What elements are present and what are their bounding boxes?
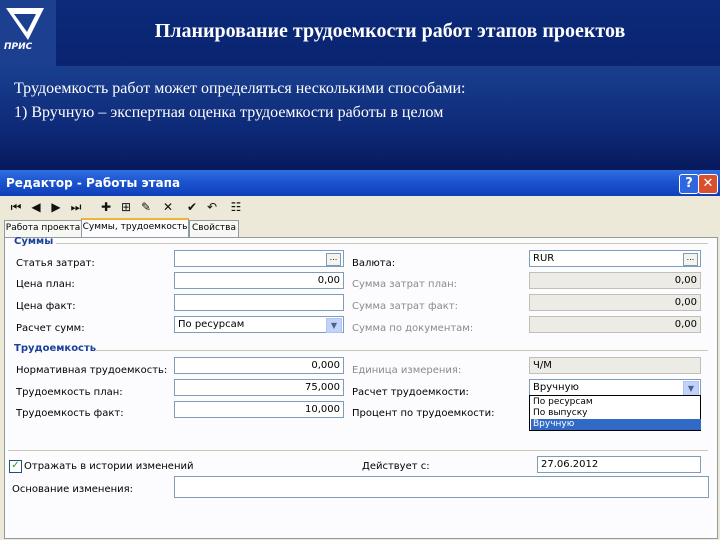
currency-field[interactable]: RUR ... <box>529 250 701 267</box>
add-icon[interactable]: ✚ <box>98 199 114 215</box>
currency-value: RUR <box>533 253 555 264</box>
slide-title: Планирование трудоемкости работ этапов п… <box>154 20 626 42</box>
slide-header: ПРИС Планирование трудоемкости работ эта… <box>0 0 720 66</box>
sum-doc-field: 0,00 <box>529 316 701 333</box>
close-button[interactable]: ✕ <box>698 174 718 194</box>
labor-calc-dropdown-list: По ресурсам По выпуску Вручную <box>529 395 701 431</box>
sum-plan-label: Сумма затрат план: <box>352 279 458 290</box>
group-divider <box>96 350 708 351</box>
delete-icon[interactable]: ✕ <box>160 199 176 215</box>
tab-project-work[interactable]: Работа проекта <box>4 220 82 237</box>
sum-calc-select[interactable]: По ресурсам ▼ <box>174 316 344 333</box>
norm-labor-label: Нормативная трудоемкость: <box>16 365 168 376</box>
next-icon[interactable]: ▶ <box>48 199 64 215</box>
first-icon[interactable]: ⏮ <box>8 199 24 215</box>
labor-fact-label: Трудоемкость факт: <box>16 408 124 419</box>
dropdown-option[interactable]: По выпуску <box>531 408 701 419</box>
labor-calc-select[interactable]: Вручную ▼ <box>529 379 701 396</box>
labor-calc-label: Расчет трудоемкости: <box>352 387 469 398</box>
check-icon[interactable]: ✔ <box>184 199 200 215</box>
sum-calc-label: Расчет сумм: <box>16 323 85 334</box>
company-logo: ПРИС <box>0 0 56 66</box>
tab-properties[interactable]: Свойства <box>189 220 239 237</box>
logo-icon <box>6 8 44 40</box>
sum-plan-field: 0,00 <box>529 272 701 289</box>
body-line: Трудоемкость работ может определяться не… <box>14 80 466 97</box>
properties-icon[interactable]: ☷ <box>228 199 244 215</box>
sum-fact-label: Сумма затрат факт: <box>352 301 458 312</box>
help-button[interactable]: ? <box>679 174 699 194</box>
window-title: Редактор - Работы этапа <box>6 176 181 190</box>
dropdown-option[interactable]: По ресурсам <box>531 397 701 408</box>
currency-lookup-button[interactable]: ... <box>683 253 698 266</box>
last-icon[interactable]: ⏭ <box>68 199 84 215</box>
undo-icon[interactable]: ↶ <box>204 199 220 215</box>
change-reason-field[interactable] <box>174 476 709 498</box>
effective-from-label: Действует с: <box>362 461 430 472</box>
effective-from-field[interactable]: 27.06.2012 <box>537 456 701 473</box>
price-fact-label: Цена факт: <box>16 301 76 312</box>
labor-group-title: Трудоемкость <box>14 343 97 354</box>
norm-labor-field[interactable]: 0,000 <box>174 357 344 374</box>
prev-icon[interactable]: ◀ <box>28 199 44 215</box>
labor-percent-label: Процент по трудоемкости: <box>352 408 495 419</box>
logo-text: ПРИС <box>4 42 33 52</box>
history-checkbox[interactable]: ✓ <box>9 460 22 473</box>
cost-item-label: Статья затрат: <box>16 258 95 269</box>
slide-body: Трудоемкость работ может определяться не… <box>0 66 720 170</box>
sum-doc-label: Сумма по документам: <box>352 323 474 334</box>
window-titlebar[interactable]: Редактор - Работы этапа ? ✕ <box>0 170 720 196</box>
labor-plan-label: Трудоемкость план: <box>16 387 123 398</box>
chevron-down-icon[interactable]: ▼ <box>326 318 342 333</box>
price-fact-field[interactable] <box>174 294 344 311</box>
labor-fact-field[interactable]: 10,000 <box>174 401 344 418</box>
change-reason-label: Основание изменения: <box>12 484 134 495</box>
labor-plan-field[interactable]: 75,000 <box>174 379 344 396</box>
history-label: Отражать в истории изменений <box>24 461 194 472</box>
dropdown-option-selected[interactable]: Вручную <box>531 419 701 430</box>
currency-label: Валюта: <box>352 258 396 269</box>
unit-field: Ч/М <box>529 357 701 374</box>
edit-icon[interactable]: ✎ <box>138 199 154 215</box>
body-line: 1) Вручную – экспертная оценка трудоемко… <box>14 104 444 121</box>
tab-sums-labor[interactable]: Суммы, трудоемкость <box>81 218 189 239</box>
group-divider <box>56 243 708 244</box>
add-box-icon[interactable]: ⊞ <box>118 199 134 215</box>
sums-group-title: Суммы <box>14 236 54 247</box>
chevron-down-icon[interactable]: ▼ <box>683 381 699 396</box>
sum-fact-field: 0,00 <box>529 294 701 311</box>
unit-label: Единица измерения: <box>352 365 462 376</box>
tab-bar: Работа проекта Суммы, трудоемкость Свойс… <box>0 218 720 239</box>
price-plan-field[interactable]: 0,00 <box>174 272 344 289</box>
sum-calc-value: По ресурсам <box>178 319 245 330</box>
editor-window: Редактор - Работы этапа ? ✕ ⏮ ◀ ▶ ⏭ ✚ ⊞ … <box>0 170 720 540</box>
toolbar: ⏮ ◀ ▶ ⏭ ✚ ⊞ ✎ ✕ ✔ ↶ ☷ <box>0 196 720 218</box>
group-divider <box>8 450 708 451</box>
cost-item-lookup-button[interactable]: ... <box>326 253 341 266</box>
labor-calc-value: Вручную <box>533 382 579 393</box>
price-plan-label: Цена план: <box>16 279 75 290</box>
cost-item-field[interactable]: ... <box>174 250 344 267</box>
